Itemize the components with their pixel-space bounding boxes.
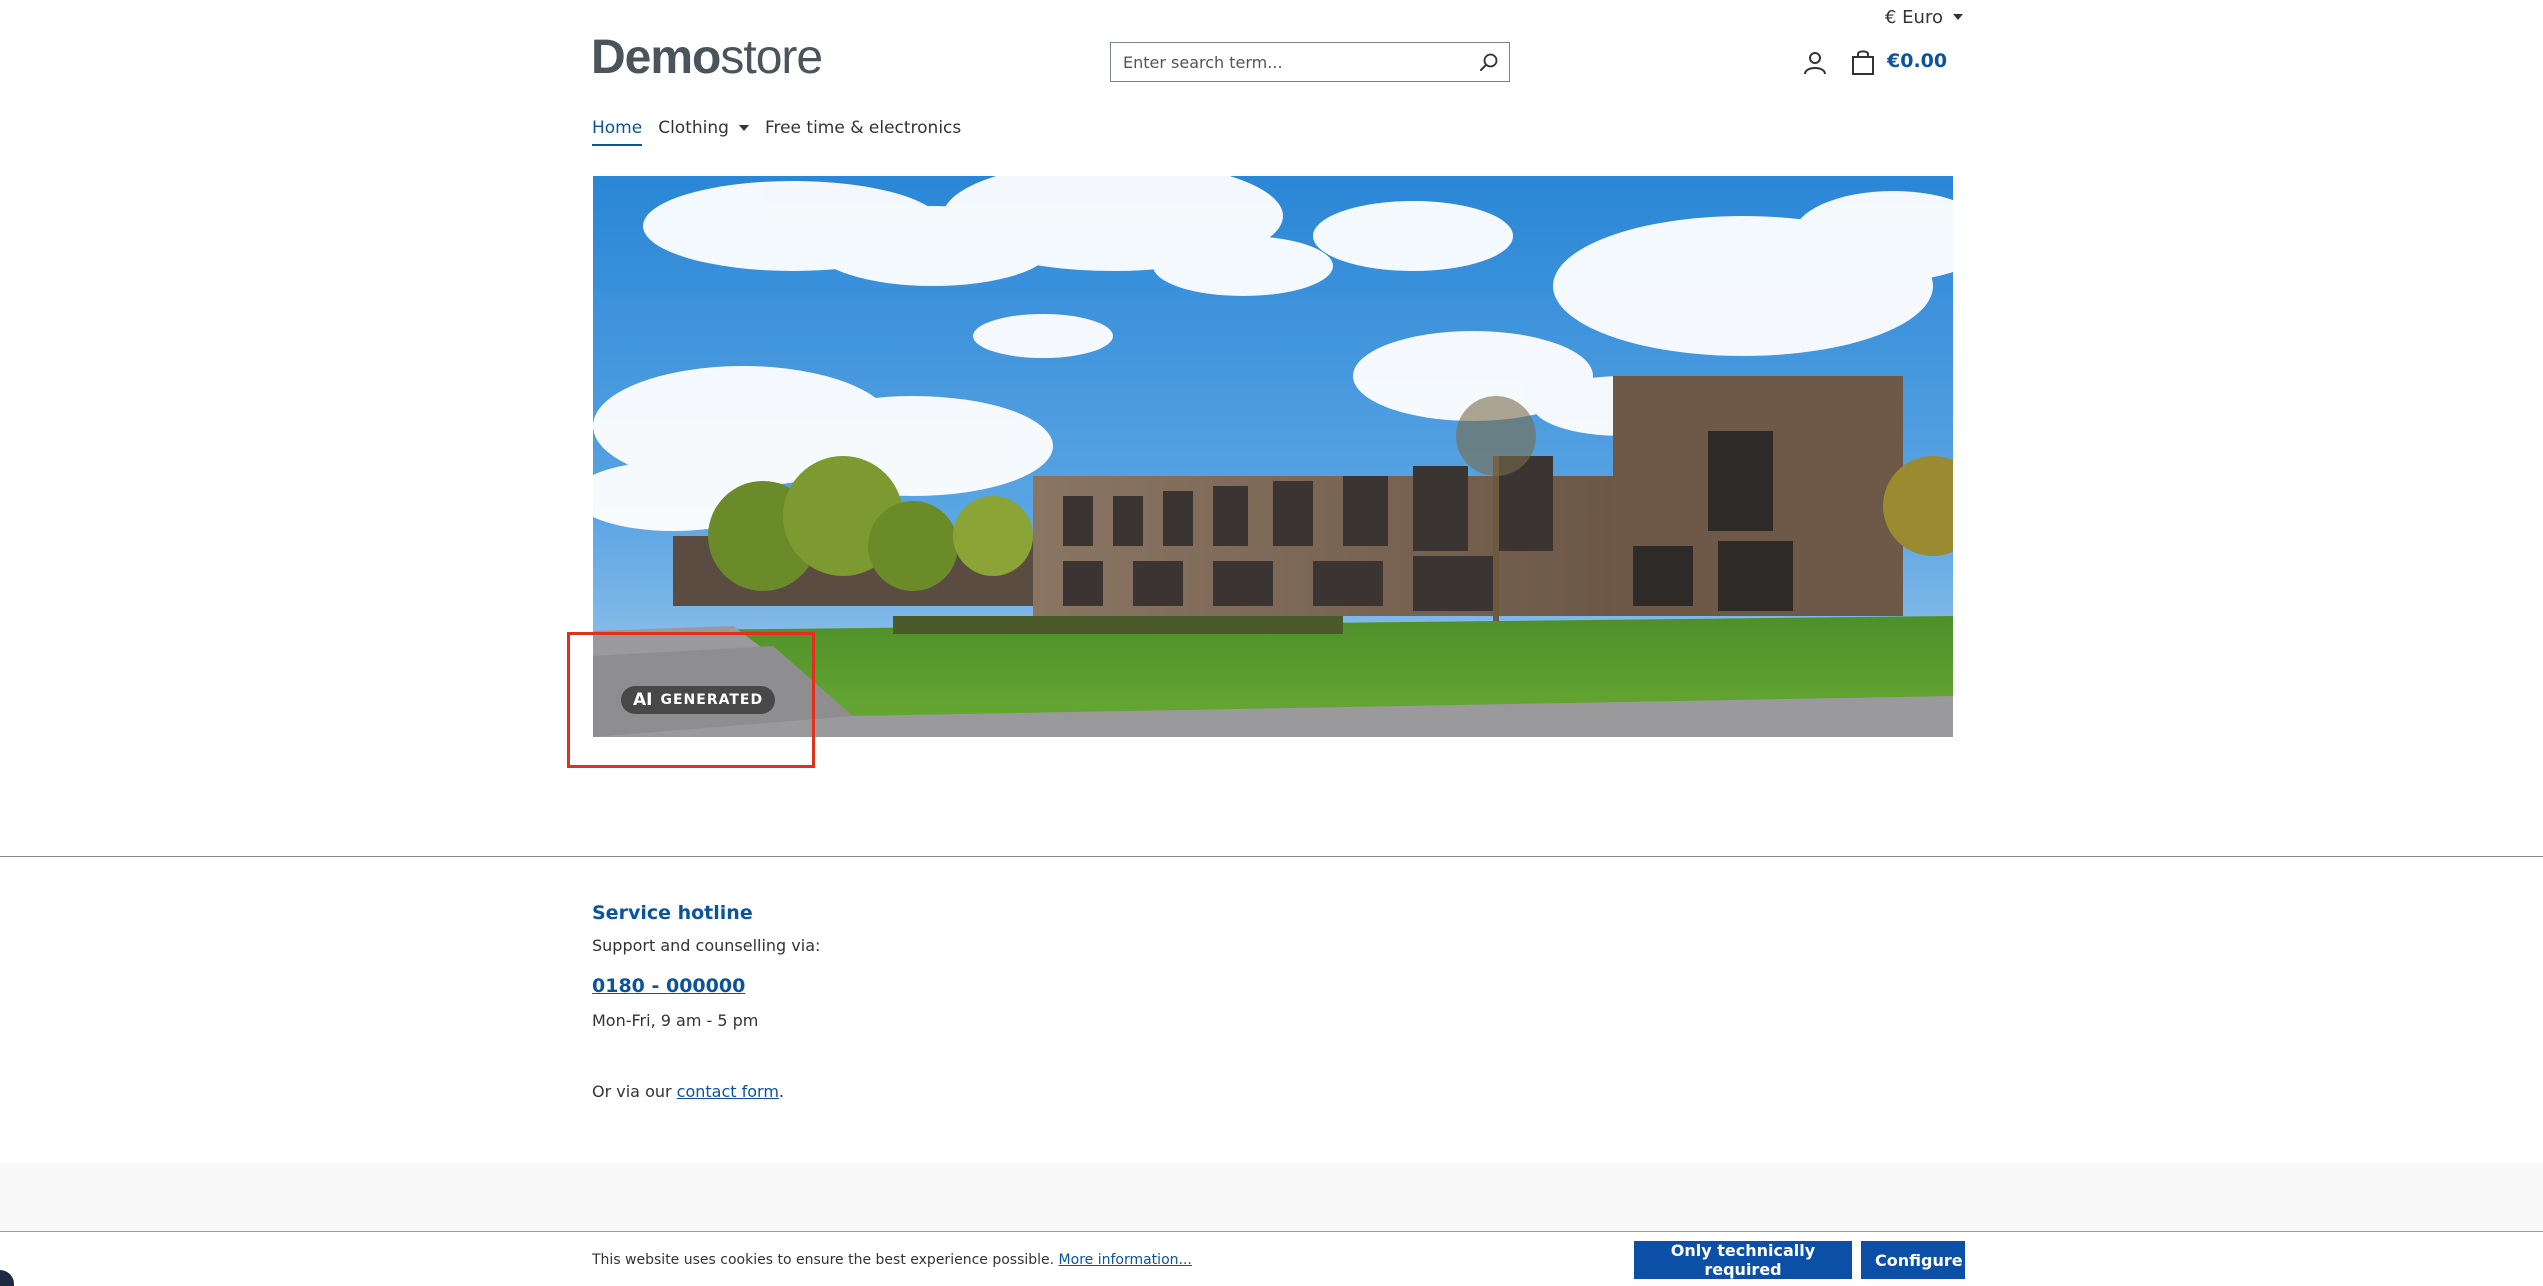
cart-button[interactable] xyxy=(1850,48,1876,76)
more-information-link[interactable]: More information... xyxy=(1059,1252,1192,1268)
currency-selector[interactable]: € Euro xyxy=(1885,4,1963,30)
search-input[interactable] xyxy=(1111,44,1469,80)
footer-band xyxy=(0,1163,2543,1231)
cookie-message: This website uses cookies to ensure the … xyxy=(592,1252,1059,1268)
search-button[interactable] xyxy=(1469,43,1509,81)
nav-item-label: Free time & electronics xyxy=(764,118,962,138)
logo-bold: Demo xyxy=(591,31,721,84)
cookie-text: This website uses cookies to ensure the … xyxy=(592,1252,1192,1268)
contact-suffix: . xyxy=(778,1082,785,1101)
contact-line: Or via our contact form. xyxy=(592,1082,820,1101)
support-text: Support and counselling via: xyxy=(592,936,821,955)
cart-icon xyxy=(1852,50,1874,75)
opening-hours: Mon-Fri, 9 am - 5 pm xyxy=(592,1011,759,1030)
phone-link[interactable]: 0180 - 000000 xyxy=(592,975,820,997)
caret-down-icon xyxy=(738,125,749,131)
currency-label: € Euro xyxy=(1885,6,1943,28)
nav-item-clothing[interactable]: Clothing xyxy=(658,116,749,144)
main-navigation: Home Clothing Free time & electronics xyxy=(592,116,977,146)
highlight-box xyxy=(567,632,815,768)
nav-item-label: Home xyxy=(592,118,643,138)
footer-service: Service hotline Support and counselling … xyxy=(592,902,820,1101)
configure-button[interactable]: Configure xyxy=(1861,1241,1965,1279)
logo-light: store xyxy=(720,31,823,84)
nav-item-label: Clothing xyxy=(658,118,729,138)
contact-prefix: Or via our xyxy=(592,1082,677,1101)
account-button[interactable] xyxy=(1802,50,1828,76)
cookie-bar: This website uses cookies to ensure the … xyxy=(0,1231,2543,1286)
nav-item-free-time-electronics[interactable]: Free time & electronics xyxy=(765,116,961,144)
footer-divider xyxy=(0,856,2543,857)
caret-down-icon xyxy=(1952,14,1963,20)
search-icon xyxy=(1480,53,1498,71)
search-box xyxy=(1110,42,1510,82)
contact-form-link[interactable]: contact form xyxy=(677,1082,779,1101)
only-technically-required-button[interactable]: Only technically required xyxy=(1634,1241,1852,1279)
nav-item-home[interactable]: Home xyxy=(592,116,643,146)
account-icon xyxy=(1804,52,1826,75)
store-logo[interactable]: Demostore xyxy=(591,30,823,86)
cart-total[interactable]: €0.00 xyxy=(1887,50,1947,72)
page: € Euro Demostore €0.00 Home xyxy=(0,0,2543,1286)
service-hotline-title: Service hotline xyxy=(592,902,753,924)
